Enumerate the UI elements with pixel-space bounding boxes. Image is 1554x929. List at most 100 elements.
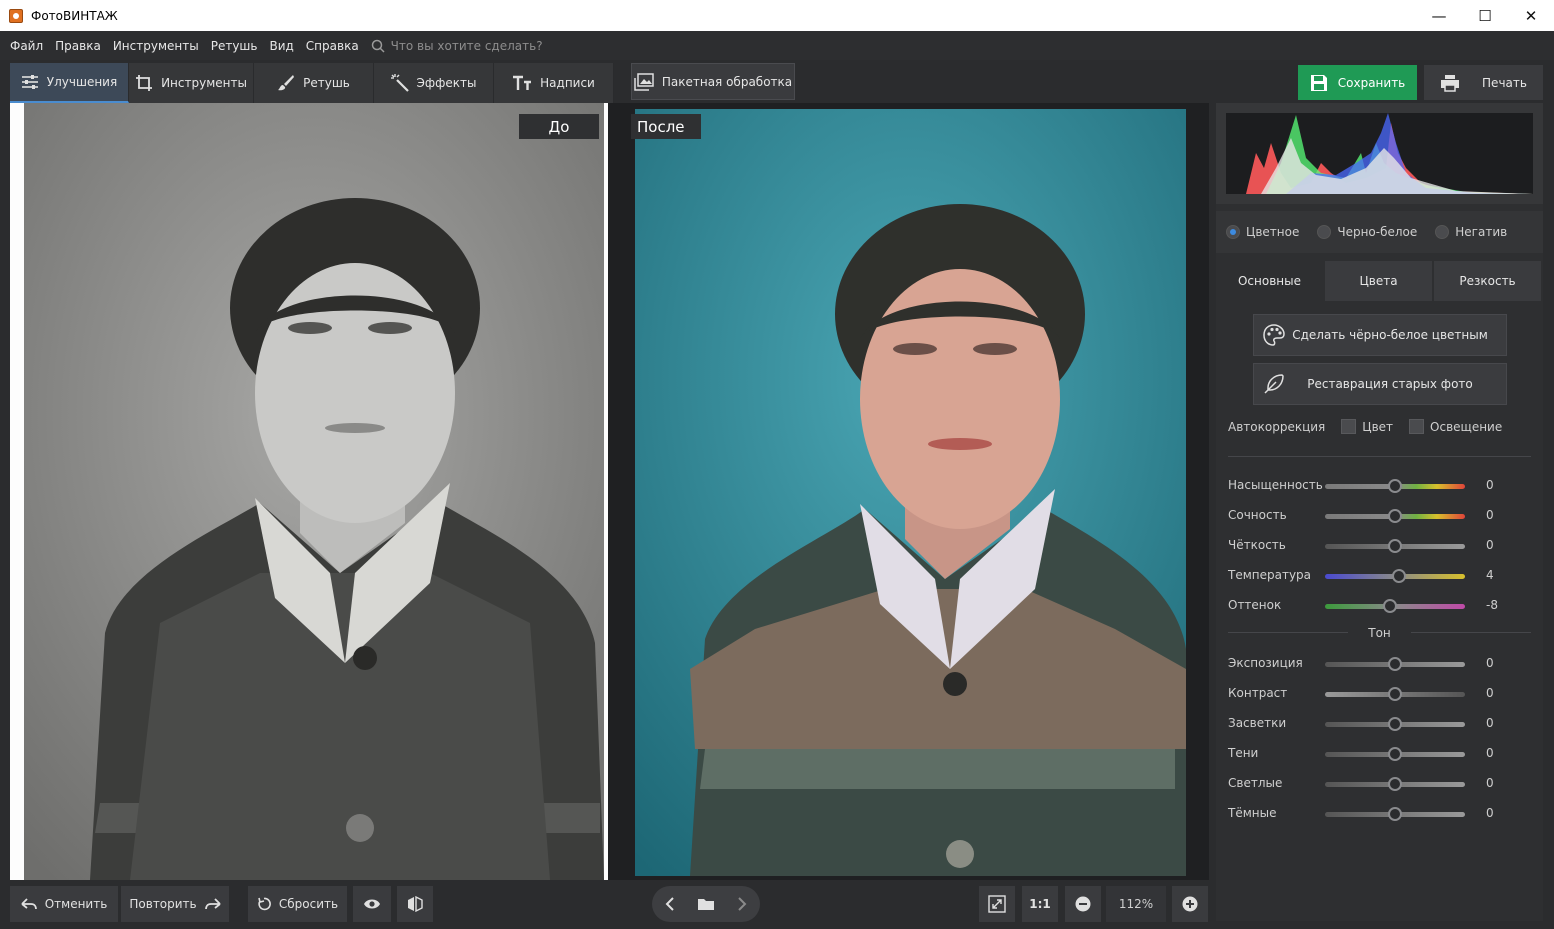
search-placeholder: Что вы хотите сделать? [390, 38, 543, 53]
histogram-box [1216, 103, 1543, 204]
temperature-slider[interactable]: Температура 4 [1228, 566, 1538, 586]
print-label: Печать [1482, 75, 1527, 90]
auto-lighting-checkbox[interactable] [1409, 419, 1425, 434]
shadows-slider[interactable]: Тени 0 [1228, 744, 1538, 764]
preview-button[interactable] [353, 886, 391, 922]
slider-value: 0 [1486, 538, 1494, 552]
slider-knob[interactable] [1388, 479, 1402, 493]
slider-knob[interactable] [1388, 747, 1402, 761]
tab-colors[interactable]: Цвета [1325, 261, 1434, 301]
menu-help[interactable]: Справка [300, 39, 365, 53]
save-icon [1310, 74, 1327, 91]
fit-to-screen-button[interactable] [979, 886, 1015, 922]
exposure-slider[interactable]: Экспозиция 0 [1228, 654, 1538, 674]
highlights-slider[interactable]: Засветки 0 [1228, 714, 1538, 734]
slider-label: Оттенок [1228, 598, 1282, 612]
slider-knob[interactable] [1388, 807, 1402, 821]
slider-value: 0 [1486, 478, 1494, 492]
contrast-slider[interactable]: Контраст 0 [1228, 684, 1538, 704]
printer-icon [1441, 74, 1460, 92]
zoom-actual-button[interactable]: 1:1 [1022, 886, 1058, 922]
slider-knob[interactable] [1388, 657, 1402, 671]
compare-toggle-button[interactable] [397, 886, 433, 922]
slider-knob[interactable] [1388, 509, 1402, 523]
menu-tools[interactable]: Инструменты [107, 39, 205, 53]
tint-slider[interactable]: Оттенок -8 [1228, 596, 1538, 616]
slider-knob[interactable] [1383, 599, 1397, 613]
next-image-button[interactable] [724, 886, 760, 922]
zoom-in-button[interactable] [1172, 886, 1208, 922]
zoom-level[interactable]: 112% [1106, 886, 1166, 922]
whites-slider[interactable]: Светлые 0 [1228, 774, 1538, 794]
chevron-right-icon [738, 897, 747, 911]
vibrance-slider[interactable]: Сочность 0 [1228, 506, 1538, 526]
photo-canvas[interactable]: До После [10, 103, 1209, 880]
search-icon [371, 39, 385, 53]
mode-negative-radio[interactable] [1435, 225, 1450, 239]
brush-icon [278, 75, 295, 91]
open-folder-button[interactable] [688, 886, 724, 922]
slider-knob[interactable] [1388, 717, 1402, 731]
search-box[interactable]: Что вы хотите сделать? [371, 39, 543, 53]
prev-image-button[interactable] [652, 886, 688, 922]
tab-effects[interactable]: Эффекты [374, 63, 494, 103]
colorize-label: Сделать чёрно-белое цветным [1292, 328, 1488, 342]
slider-knob[interactable] [1388, 539, 1402, 553]
reset-button[interactable]: Сбросить [248, 886, 347, 922]
blacks-slider[interactable]: Тёмные 0 [1228, 804, 1538, 824]
menu-retouch[interactable]: Ретушь [205, 39, 264, 53]
slider-label: Контраст [1228, 686, 1288, 700]
histogram [1226, 113, 1533, 194]
slider-label: Засветки [1228, 716, 1287, 730]
tab-retouch-label: Ретушь [303, 76, 350, 90]
batch-processing-button[interactable]: Пакетная обработка [631, 63, 795, 100]
menu-file[interactable]: Файл [4, 39, 49, 53]
reset-icon [258, 897, 271, 911]
tab-basic[interactable]: Основные [1216, 261, 1325, 301]
tab-sharpness[interactable]: Резкость [1434, 261, 1543, 301]
slider-label: Температура [1228, 568, 1312, 582]
maximize-button[interactable]: ☐ [1462, 0, 1508, 31]
auto-color-checkbox[interactable] [1341, 419, 1357, 434]
save-button[interactable]: Сохранить [1298, 65, 1417, 100]
tab-retouch[interactable]: Ретушь [254, 63, 374, 103]
clarity-slider[interactable]: Чёткость 0 [1228, 536, 1538, 556]
saturation-slider[interactable]: Насыщенность 0 [1228, 476, 1538, 496]
panel-tabs: Основные Цвета Резкость [1216, 261, 1543, 301]
slider-value: 0 [1486, 686, 1494, 700]
print-button[interactable]: Печать [1424, 65, 1543, 100]
eye-icon [364, 899, 380, 909]
tone-section-label: Тон [1368, 626, 1391, 640]
restore-old-photo-button[interactable]: Реставрация старых фото [1253, 363, 1507, 405]
menu-bar: Файл Правка Инструменты Ретушь Вид Справ… [0, 31, 1554, 60]
menu-edit[interactable]: Правка [49, 39, 107, 53]
colorize-button[interactable]: Сделать чёрно-белое цветным [1253, 314, 1507, 356]
slider-knob[interactable] [1388, 687, 1402, 701]
tab-text-label: Надписи [540, 76, 595, 90]
slider-knob[interactable] [1388, 777, 1402, 791]
redo-button[interactable]: Повторить [121, 886, 229, 922]
tab-enhancements[interactable]: Улучшения [10, 63, 129, 103]
undo-button[interactable]: Отменить [10, 886, 118, 922]
slider-knob[interactable] [1392, 569, 1406, 583]
images-icon [634, 72, 654, 91]
plus-circle-icon [1182, 896, 1198, 912]
tab-enhancements-label: Улучшения [46, 75, 118, 89]
chevron-left-icon [665, 897, 674, 911]
tab-text[interactable]: Надписи [494, 63, 614, 103]
slider-value: -8 [1486, 598, 1498, 612]
minimize-button[interactable]: — [1416, 0, 1462, 31]
close-button[interactable]: ✕ [1508, 0, 1554, 31]
slider-label: Экспозиция [1228, 656, 1303, 670]
before-label: До [519, 114, 599, 139]
folder-icon [698, 899, 714, 910]
undo-icon [21, 898, 37, 910]
menu-view[interactable]: Вид [263, 39, 299, 53]
basic-adjustments: Сделать чёрно-белое цветным Реставрация … [1216, 301, 1543, 921]
histogram-graph [1226, 113, 1533, 194]
original-bw-photo [10, 103, 604, 880]
mode-bw-radio[interactable] [1317, 225, 1332, 239]
zoom-out-button[interactable] [1065, 886, 1101, 922]
mode-color-radio[interactable] [1226, 225, 1240, 239]
tab-tools[interactable]: Инструменты [129, 63, 254, 103]
